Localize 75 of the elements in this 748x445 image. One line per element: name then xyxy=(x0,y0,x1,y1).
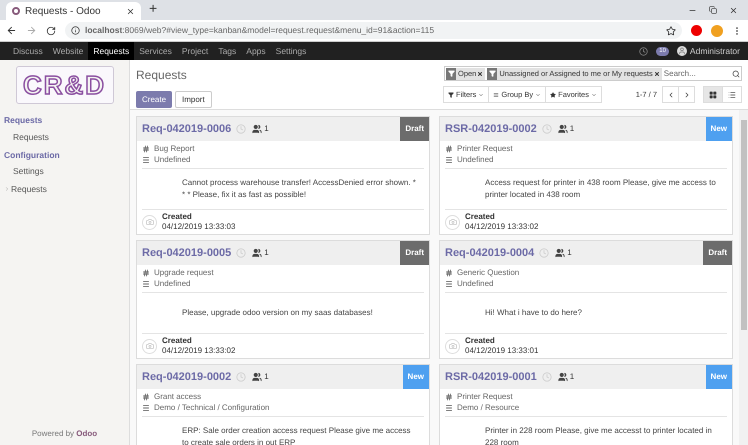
request-category: Undefined xyxy=(154,155,190,165)
request-description: Hi! What i have to do here? xyxy=(485,307,582,319)
request-card[interactable]: Req-042019-0002 1 New Grant access Demo / Technical / Configuration ERP: Sale order creation access request Please give me access to create sale orders in out ERP xyxy=(136,364,430,445)
stage-tag: New xyxy=(706,365,732,389)
created-date: 04/12/2019 13:33:01 xyxy=(465,346,538,356)
nav-item[interactable]: Settings xyxy=(270,42,312,60)
new-tab-button[interactable]: + xyxy=(149,0,158,19)
request-description: Access request for printer in 438 room Please, give me access to printer located in 438 room xyxy=(485,177,717,201)
request-category: Undefined xyxy=(457,155,494,165)
request-category: Demo / Resource xyxy=(457,403,520,413)
user-menu[interactable]: Administrator xyxy=(690,44,740,58)
create-button[interactable]: Create xyxy=(136,91,172,108)
request-type: Printer Request xyxy=(457,144,513,154)
search-input[interactable]: Search... xyxy=(664,68,714,80)
request-description: ERP: Sale order creation access request Please give me access to create sale orders in out ERP xyxy=(182,425,412,445)
nav-item[interactable]: Tags xyxy=(213,42,242,60)
sidebar-section-title: Requests xyxy=(4,114,44,127)
follower-count: 1 xyxy=(567,247,572,259)
follower-count: 1 xyxy=(264,371,269,383)
follower-count: 1 xyxy=(264,123,269,135)
card-title[interactable]: RSR-042019-0002 xyxy=(445,120,537,138)
nav-item[interactable]: Requests xyxy=(88,42,134,60)
stage-tag: Draft xyxy=(400,241,429,265)
card-title[interactable]: Req-042019-0006 xyxy=(142,120,232,138)
import-button[interactable]: Import xyxy=(175,91,212,108)
card-title[interactable]: Req-042019-0004 xyxy=(445,244,534,262)
request-card[interactable]: RSR-042019-0001 1 New Printer Request Demo / Resource Printer in 228 room Please, give me accesst to printer located in 228 room xyxy=(439,364,733,445)
request-type: Generic Question xyxy=(457,268,520,278)
created-label: Created xyxy=(465,336,496,346)
stage-tag: Draft xyxy=(400,117,429,141)
request-description: Printer in 228 room Please, give me accesst to printer located in 228 room xyxy=(485,425,713,445)
nav-item[interactable]: Apps xyxy=(241,42,271,60)
request-type: Bug Report xyxy=(154,144,194,154)
follower-count: 1 xyxy=(570,371,574,383)
created-label: Created xyxy=(162,336,193,346)
browser-tab[interactable]: Requests - Odoo xyxy=(6,2,141,20)
created-date: 04/12/2019 13:33:02 xyxy=(465,222,538,232)
request-card[interactable]: Req-042019-0006 1 Draft Bug Report Undefined Cannot process warehouse transfer! AccessDenied error shown. * * * Please, fix it as fast as possible! Created 04/12/2019 13:33:03 xyxy=(136,116,430,235)
sidebar-item[interactable]: Requests xyxy=(11,183,47,196)
request-card[interactable]: Req-042019-0004 1 Draft Generic Question Undefined Hi! What i have to do here? Created 04/12/2019 13:33:01 xyxy=(439,240,733,359)
card-title[interactable]: Req-042019-0002 xyxy=(142,368,232,386)
request-description: Please, upgrade odoo version on my saas databases! xyxy=(182,307,373,319)
request-type: Printer Request xyxy=(457,392,513,402)
card-title[interactable]: RSR-042019-0001 xyxy=(445,368,537,386)
sidebar-section-title: Configuration xyxy=(4,148,61,162)
follower-count: 1 xyxy=(264,247,269,259)
follower-count: 1 xyxy=(570,123,574,135)
nav-item[interactable]: Website xyxy=(48,42,88,60)
created-label: Created xyxy=(465,212,496,222)
sidebar-item[interactable]: Settings xyxy=(13,165,44,178)
stage-tag: Draft xyxy=(703,241,732,265)
nav-item[interactable]: Discuss xyxy=(8,42,48,60)
sidebar-item[interactable]: Requests xyxy=(13,130,49,144)
request-type: Upgrade request xyxy=(154,268,214,278)
created-date: 04/12/2019 13:33:02 xyxy=(162,346,236,356)
nav-item[interactable]: Services xyxy=(134,42,177,60)
url-text: localhost:8069/web?#view_type=kanban&model=request.request&menu_id=91&action=115 xyxy=(85,24,434,37)
created-label: Created xyxy=(162,212,193,222)
request-card[interactable]: RSR-042019-0002 1 New Printer Request Undefined Access request for printer in 438 room Please, give me access to printer located in 438 room Created 04/12/2019 13:33:02 xyxy=(439,116,733,235)
address-field[interactable]: localhost:8069/web?#view_type=kanban&model=request.request&menu_id=91&action=115 xyxy=(65,22,682,39)
request-type: Grant access xyxy=(154,392,202,402)
stage-tag: New xyxy=(706,117,732,141)
powered-by-text: Powered by Odoo xyxy=(32,429,98,438)
request-category: Undefined xyxy=(154,279,190,289)
breadcrumb: Requests xyxy=(136,67,188,84)
request-description: Cannot process warehouse transfer! AccessDenied error shown. * * * Please, fix it as fast as possible! xyxy=(182,177,417,201)
nav-item[interactable]: Project xyxy=(176,42,214,60)
stage-tag: New xyxy=(402,365,429,389)
request-card[interactable]: Req-042019-0005 1 Draft Upgrade request Undefined Please, upgrade odoo version on my saas databases! Created 04/12/2019 13:33:02 xyxy=(136,240,430,359)
created-date: 04/12/2019 13:33:03 xyxy=(162,222,236,232)
request-category: Demo / Technical / Configuration xyxy=(154,403,270,413)
card-title[interactable]: Req-042019-0005 xyxy=(142,244,232,262)
logo: CR&D xyxy=(16,66,114,104)
tab-title: Requests - Odoo xyxy=(25,4,101,18)
request-category: Undefined xyxy=(457,279,494,289)
